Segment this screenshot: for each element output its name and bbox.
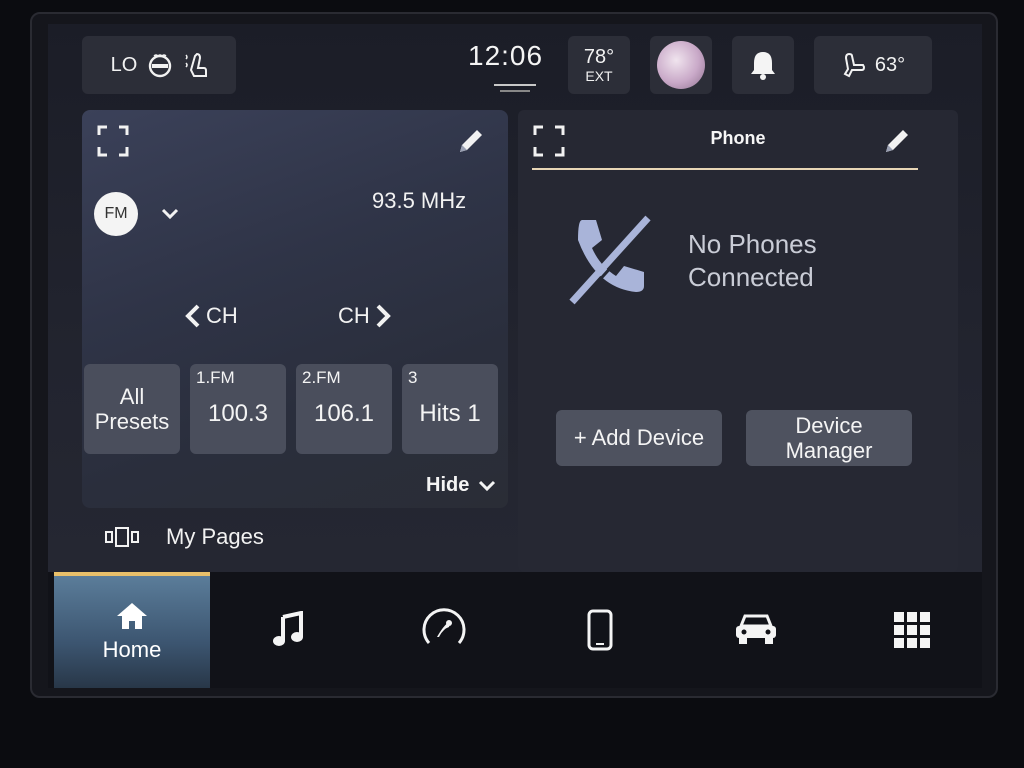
radio-widget: FM 93.5 MHz CH CH All Presets 1.FM 100.3… bbox=[82, 110, 508, 508]
phone-widget: Phone No Phones Connected + Add Device D… bbox=[518, 110, 958, 572]
pencil-icon bbox=[886, 130, 908, 152]
add-device-button[interactable]: + Add Device bbox=[556, 410, 722, 466]
notifications-button[interactable] bbox=[732, 36, 794, 94]
all-presets-label: All Presets bbox=[94, 383, 170, 434]
preset-3-button[interactable]: 3 Hits 1 bbox=[402, 364, 498, 454]
infotainment-screen: LO 12:06 78° EXT 63° FM 93.5 MHz CH CH A… bbox=[48, 24, 982, 688]
chevron-down-icon bbox=[479, 480, 496, 491]
clock-underline-secondary bbox=[500, 90, 530, 92]
nav-apps[interactable] bbox=[834, 572, 982, 688]
phone-disconnected-icon bbox=[569, 215, 654, 306]
pencil-icon bbox=[460, 130, 482, 152]
preset-2-value: 106.1 bbox=[313, 400, 375, 427]
bell-icon bbox=[751, 52, 775, 80]
hide-presets-button[interactable]: Hide bbox=[426, 474, 497, 497]
nav-phone[interactable] bbox=[522, 572, 678, 688]
device-manager-button[interactable]: Device Manager bbox=[746, 410, 912, 466]
channel-next-label: CH bbox=[338, 303, 370, 328]
add-device-label: + Add Device bbox=[573, 425, 705, 451]
music-note-icon bbox=[273, 611, 303, 646]
band-selector-button[interactable]: FM bbox=[94, 192, 138, 236]
my-pages-label: My Pages bbox=[166, 524, 264, 549]
nav-media[interactable] bbox=[210, 572, 366, 688]
car-icon bbox=[736, 614, 776, 644]
phone-icon bbox=[587, 609, 613, 651]
seat-icon bbox=[843, 52, 865, 78]
preset-2-label: 2.FM bbox=[302, 368, 341, 387]
no-phones-line2: Connected bbox=[688, 261, 814, 292]
band-label: FM bbox=[104, 205, 128, 222]
my-pages-button[interactable]: My Pages bbox=[104, 524, 264, 550]
preset-1-value: 100.3 bbox=[207, 400, 269, 427]
nav-comfort[interactable] bbox=[366, 572, 522, 688]
seat-heat-icon bbox=[185, 52, 208, 77]
radio-edit-button[interactable] bbox=[454, 124, 488, 158]
pages-icon bbox=[105, 527, 139, 547]
status-bar: LO 12:06 78° EXT 63° bbox=[48, 24, 982, 104]
nav-home[interactable]: Home bbox=[54, 572, 210, 688]
no-phones-line1: No Phones bbox=[688, 229, 817, 259]
device-manager-label: Device Manager bbox=[785, 412, 873, 463]
chevron-down-icon[interactable] bbox=[158, 202, 182, 226]
expand-icon bbox=[97, 125, 129, 157]
profile-button[interactable] bbox=[650, 36, 712, 94]
preset-3-label: 3 bbox=[408, 368, 418, 387]
apps-grid-icon bbox=[894, 612, 930, 648]
hide-label: Hide bbox=[426, 474, 470, 496]
preset-1-label: 1.FM bbox=[196, 368, 235, 387]
clock[interactable]: 12:06 bbox=[468, 40, 543, 72]
exterior-temp-value: 78° bbox=[583, 46, 615, 68]
chevron-right-icon bbox=[376, 304, 391, 328]
chevron-left-icon bbox=[185, 304, 200, 328]
radio-expand-button[interactable] bbox=[96, 124, 130, 158]
steering-wheel-heat-icon bbox=[149, 54, 172, 78]
no-phones-message: No Phones Connected bbox=[688, 228, 817, 293]
phone-edit-button[interactable] bbox=[880, 124, 914, 158]
channel-prev-button[interactable]: CH bbox=[184, 296, 238, 336]
climate-right-button[interactable]: 63° bbox=[814, 36, 932, 94]
preset-1-button[interactable]: 1.FM 100.3 bbox=[190, 364, 286, 454]
nav-home-label: Home bbox=[102, 637, 162, 662]
station-frequency: 93.5 MHz bbox=[372, 188, 467, 213]
home-icon bbox=[117, 603, 147, 629]
exterior-temp-badge: 78° EXT bbox=[568, 36, 630, 94]
climate-left-button[interactable]: LO bbox=[82, 36, 236, 94]
bottom-nav: Home bbox=[48, 572, 982, 688]
exterior-temp-label: EXT bbox=[585, 68, 613, 84]
preset-2-button[interactable]: 2.FM 106.1 bbox=[296, 364, 392, 454]
climate-right-temp: 63° bbox=[874, 53, 906, 76]
preset-3-value: Hits 1 bbox=[419, 400, 481, 427]
fan-level-label: LO bbox=[110, 53, 138, 76]
nav-vehicle[interactable] bbox=[678, 572, 834, 688]
all-presets-button[interactable]: All Presets bbox=[84, 364, 180, 454]
comfort-icon bbox=[422, 608, 466, 644]
channel-prev-label: CH bbox=[206, 303, 238, 328]
clock-underline bbox=[494, 84, 536, 86]
channel-next-button[interactable]: CH bbox=[338, 296, 392, 336]
avatar bbox=[657, 41, 705, 89]
phone-header-divider bbox=[532, 168, 918, 170]
